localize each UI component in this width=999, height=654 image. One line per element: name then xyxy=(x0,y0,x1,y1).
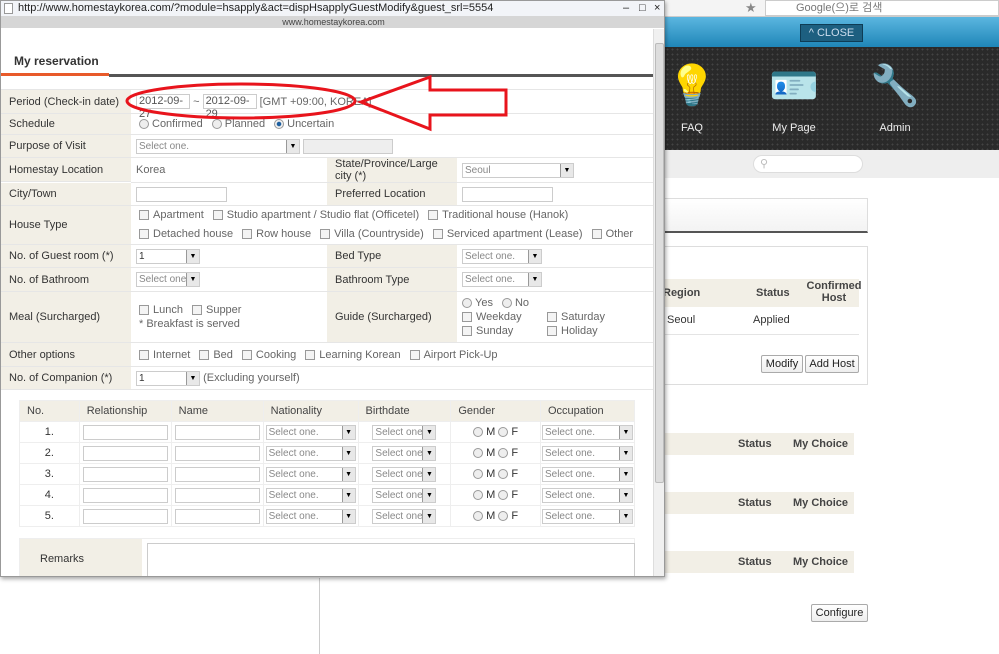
close-button[interactable]: ^ CLOSE xyxy=(800,24,863,42)
tools-icon: 🔧 xyxy=(870,64,920,108)
choice-header-2: Status My Choice xyxy=(640,492,854,514)
id-card-icon: 🪪 xyxy=(769,64,819,108)
lightbulb-icon: 💡 xyxy=(667,64,717,108)
annotation-ellipse xyxy=(125,82,357,120)
google-search-input[interactable]: Google(으)로 검색 xyxy=(765,0,999,16)
header-status: Status xyxy=(738,438,772,450)
annotation-arrow xyxy=(356,74,508,132)
reservation-box: Region Status Confirmed Host Seoul Appli… xyxy=(640,246,868,385)
search-icon: ⚲ xyxy=(760,158,769,170)
configure-button[interactable]: Configure xyxy=(811,604,868,622)
divider xyxy=(319,578,320,654)
add-host-button[interactable]: Add Host xyxy=(805,355,859,373)
red-annotation xyxy=(125,74,508,132)
browser-toolbar: ★ Google(으)로 검색 xyxy=(665,0,999,17)
choice-header-1: Status My Choice xyxy=(640,433,854,455)
bookmark-star-icon[interactable]: ★ xyxy=(745,0,757,16)
header-my-choice: My Choice xyxy=(793,497,849,509)
header-status: Status xyxy=(738,497,772,509)
reservation-table-header: Region Status Confirmed Host xyxy=(641,279,862,307)
header-status: Status xyxy=(756,287,790,299)
header-my-choice: My Choice xyxy=(793,556,849,568)
header-status: Status xyxy=(738,556,772,568)
reservation-row: Seoul Applied xyxy=(641,307,859,335)
choice-header-3: Status My Choice xyxy=(640,551,854,573)
nav-label: Admin xyxy=(879,122,911,134)
status-value: Applied xyxy=(753,314,790,326)
header-region: Region xyxy=(663,287,701,299)
section-header xyxy=(640,198,868,233)
site-search-input[interactable]: ⚲ xyxy=(753,155,863,173)
nav-label: My Page xyxy=(772,122,816,134)
header-confirmed-host: Confirmed Host xyxy=(806,280,862,304)
nav-label: FAQ xyxy=(680,122,703,134)
close-label: CLOSE xyxy=(816,27,855,39)
nav-admin[interactable]: 🔧 Admin xyxy=(855,58,935,134)
header-my-choice: My Choice xyxy=(793,438,849,450)
search-placeholder: Google(으)로 검색 xyxy=(796,2,883,14)
popup-window: http://www.homestaykorea.com/?module=hsa… xyxy=(0,0,665,577)
modify-button[interactable]: Modify xyxy=(761,355,803,373)
nav-my-page[interactable]: 🪪 My Page xyxy=(754,58,834,134)
region-value: Seoul xyxy=(667,314,696,326)
